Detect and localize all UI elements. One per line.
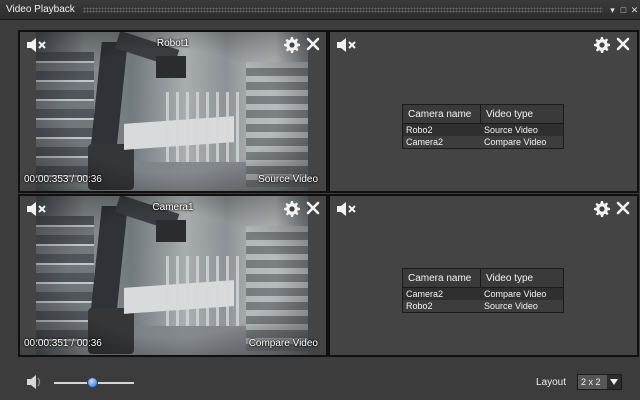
table-row[interactable]: Camera2 Compare Video [403,136,563,148]
column-header-video-type[interactable]: Video type [481,105,563,123]
window-menu-button[interactable]: ▾ [607,3,618,17]
window-titlebar: Video Playback ▾ □ ✕ [0,0,640,20]
video-playback-content: Robot1 00:00.353 / 00:36 Source Video Ca… [0,20,640,400]
gear-icon[interactable] [284,201,300,217]
window-title: Video Playback [6,4,75,15]
speaker-muted-icon[interactable] [336,38,356,52]
window-maximize-button[interactable]: □ [618,3,629,17]
camera-selection-table: Camera name Video type Camera2 Compare V… [402,268,564,313]
chevron-down-icon[interactable] [607,375,621,389]
timecode: 00:00.351 / 00:36 [24,338,102,349]
camera-name-cell: Camera2 [406,137,444,147]
playback-footer: Layout 2 x 2 [0,365,640,400]
table-row[interactable]: Camera2 Compare Video [403,288,563,300]
video-type-label: Compare Video [248,338,318,349]
layout-dropdown[interactable]: 2 x 2 [577,374,622,390]
camera-title: Camera1 [152,202,194,213]
video-type-cell: Source Video [484,125,538,135]
table-row[interactable]: Robo2 Source Video [403,300,563,312]
video-type-cell: Compare Video [484,289,547,299]
table-header: Camera name Video type [403,105,563,124]
camera-name-cell: Robo2 [406,125,433,135]
window-close-button[interactable]: ✕ [629,3,640,17]
layout-label: Layout [536,377,567,388]
video-panel-3[interactable]: Camera1 00:00.351 / 00:36 Compare Video [18,194,328,357]
close-icon[interactable] [306,201,320,215]
video-type-cell: Source Video [484,301,538,311]
gear-icon[interactable] [284,37,300,53]
column-header-camera-name[interactable]: Camera name [403,269,481,287]
speaker-muted-icon[interactable] [336,202,356,216]
layout-dropdown-value: 2 x 2 [581,377,601,387]
speaker-icon[interactable] [26,375,44,389]
video-frame[interactable] [36,196,308,355]
table-row[interactable]: Robo2 Source Video [403,124,563,136]
video-grid: Robot1 00:00.353 / 00:36 Source Video Ca… [18,30,639,357]
video-panel-1[interactable]: Robot1 00:00.353 / 00:36 Source Video [18,30,328,193]
camera-name-cell: Robo2 [406,301,433,311]
table-header: Camera name Video type [403,269,563,288]
titlebar-grip[interactable] [82,6,603,13]
gear-icon[interactable] [594,201,610,217]
video-panel-4[interactable]: Camera name Video type Camera2 Compare V… [328,194,639,357]
camera-selection-table: Camera name Video type Robo2 Source Vide… [402,104,564,149]
gear-icon[interactable] [594,37,610,53]
timecode: 00:00.353 / 00:36 [24,174,102,185]
video-type-cell: Compare Video [484,137,547,147]
video-frame[interactable] [36,32,308,191]
video-type-label: Source Video [258,174,318,185]
camera-title: Robot1 [156,38,190,49]
video-panel-2[interactable]: Camera name Video type Robo2 Source Vide… [328,30,639,193]
close-icon[interactable] [306,37,320,51]
close-icon[interactable] [616,37,630,51]
close-icon[interactable] [616,201,630,215]
column-header-video-type[interactable]: Video type [481,269,563,287]
camera-name-cell: Camera2 [406,289,444,299]
column-header-camera-name[interactable]: Camera name [403,105,481,123]
volume-slider-thumb[interactable] [86,377,98,388]
